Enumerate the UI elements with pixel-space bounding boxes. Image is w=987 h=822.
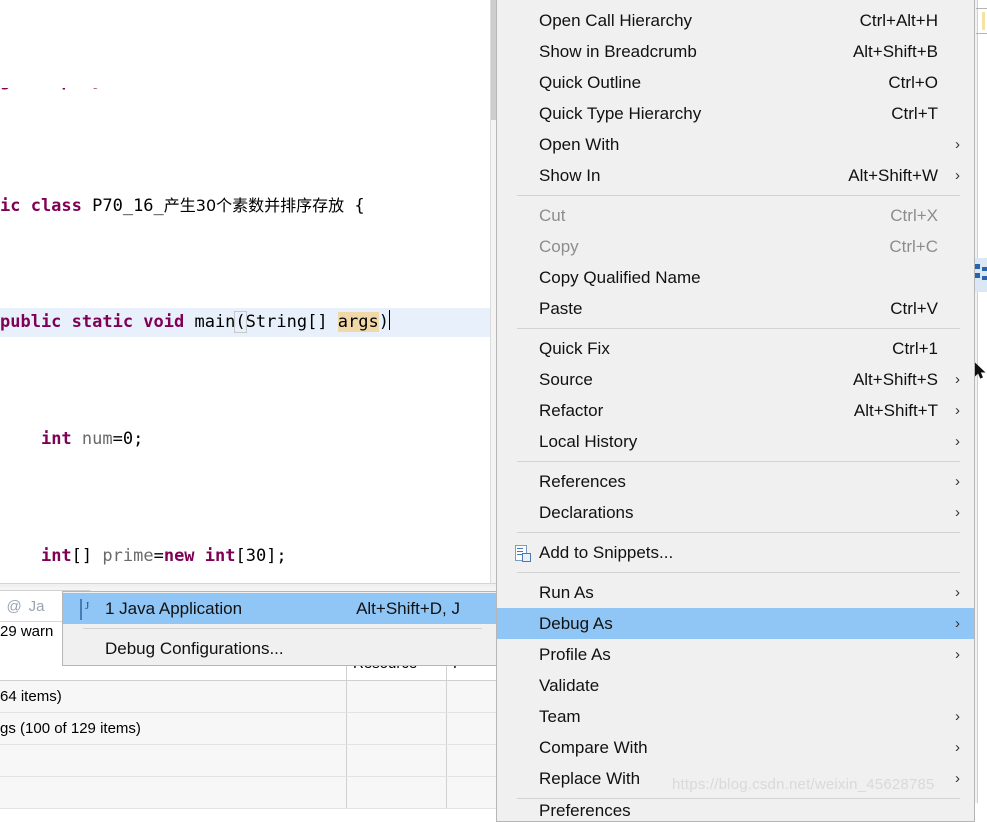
editor-context-menu[interactable]: Open Type HierarchyF4 Open Call Hierarch… <box>496 0 975 822</box>
submenu-item-java-application[interactable]: J 1 Java Application Alt+Shift+D, J <box>63 593 496 624</box>
menu-item-copy: Copy Ctrl+C <box>539 236 938 256</box>
menu-separator <box>517 798 960 799</box>
menu-separator <box>83 628 482 629</box>
row-resource <box>347 681 447 712</box>
row-path <box>447 745 496 776</box>
snippet-icon <box>514 545 531 562</box>
code-line-num-decl: int num=0; <box>40 428 144 449</box>
problems-table: ^ Resource P 64 items) gs (100 of 129 it… <box>0 647 496 809</box>
table-row[interactable] <box>0 745 496 777</box>
menu-separator <box>517 572 960 573</box>
menu-item-open-call-hierarchy[interactable]: Open Call Hierarchy Ctrl+Alt+H <box>497 5 974 36</box>
debug-as-submenu[interactable]: J 1 Java Application Alt+Shift+D, J Debu… <box>62 591 497 666</box>
mouse-cursor-icon <box>974 362 987 380</box>
outline-tree-icon[interactable] <box>975 258 987 292</box>
chevron-right-icon: › <box>955 167 960 184</box>
menu-item-replace-with[interactable]: Replace With › <box>497 763 974 794</box>
menu-item-profile-as[interactable]: Profile As › <box>497 639 974 670</box>
row-path <box>447 713 496 744</box>
problems-summary: 29 warn <box>0 623 54 640</box>
menu-item-quick-fix[interactable]: Quick Fix Ctrl+1 <box>497 333 974 364</box>
row-description: gs (100 of 129 items) <box>0 713 347 744</box>
chevron-right-icon: › <box>955 708 960 725</box>
code-line-partial: g sp } <box>0 88 496 102</box>
row-path <box>447 777 496 808</box>
menu-item-show-in[interactable]: Show In Alt+Shift+W › <box>497 160 974 191</box>
menu-separator <box>517 461 960 462</box>
right-panel-divider-top <box>976 8 987 9</box>
chevron-right-icon: › <box>955 739 960 756</box>
menu-item-run-as[interactable]: Run As › <box>497 577 974 608</box>
menu-item-paste[interactable]: Paste Ctrl+V <box>497 293 974 324</box>
menu-item-team[interactable]: Team › <box>497 701 974 732</box>
menu-item-compare-with[interactable]: Compare With › <box>497 732 974 763</box>
chevron-right-icon: › <box>955 136 960 153</box>
table-row[interactable] <box>0 777 496 809</box>
menu-item-declarations[interactable]: Declarations › <box>497 497 974 528</box>
chevron-right-icon: › <box>955 770 960 787</box>
java-source-editor[interactable]: g sp } ic class P70_16_产生30个素数并排序存放 { pu… <box>0 0 496 583</box>
code-line-main-method: public static void main(String[] args) <box>0 308 496 338</box>
code-line-class-decl: ic class P70_16_产生30个素数并排序存放 { <box>0 196 365 217</box>
chevron-right-icon: › <box>955 615 960 632</box>
menu-separator <box>517 532 960 533</box>
menu-item-show-in-breadcrumb[interactable]: Show in Breadcrumb Alt+Shift+B <box>497 36 974 67</box>
menu-item-validate[interactable]: Validate <box>497 670 974 701</box>
menu-item-quick-type-hierarchy[interactable]: Quick Type Hierarchy Ctrl+T <box>497 98 974 129</box>
row-description <box>0 777 347 808</box>
chevron-right-icon: › <box>955 584 960 601</box>
menu-separator <box>517 328 960 329</box>
menu-separator <box>517 195 960 196</box>
chevron-right-icon: › <box>955 371 960 388</box>
at-symbol: @ <box>6 597 22 615</box>
row-description <box>0 745 347 776</box>
menu-item-copy-qualified-name[interactable]: Copy Qualified Name <box>497 262 974 293</box>
menu-item-preferences[interactable]: Preferences <box>497 803 974 819</box>
chevron-right-icon: › <box>955 473 960 490</box>
right-panel-divider-bottom <box>976 33 987 34</box>
table-row[interactable]: 64 items) <box>0 681 496 713</box>
java-app-icon: J <box>80 599 96 620</box>
outline-marker <box>982 12 985 30</box>
menu-item-local-history[interactable]: Local History › <box>497 426 974 457</box>
menu-item-quick-outline[interactable]: Quick Outline Ctrl+O <box>497 67 974 98</box>
menu-item-add-to-snippets[interactable]: Add to Snippets... <box>497 537 974 568</box>
chevron-right-icon: › <box>955 504 960 521</box>
row-description: 64 items) <box>0 681 347 712</box>
row-resource <box>347 713 447 744</box>
chevron-right-icon: › <box>955 402 960 419</box>
chevron-right-icon: › <box>955 646 960 663</box>
menu-item-refactor[interactable]: Refactor Alt+Shift+T › <box>497 395 974 426</box>
view-tab-label: Ja <box>28 597 45 615</box>
submenu-item-debug-configurations[interactable]: Debug Configurations... <box>63 633 496 664</box>
code-line-prime-decl: int[] prime=new int[30]; <box>40 545 287 566</box>
chevron-right-icon: › <box>955 433 960 450</box>
row-resource <box>347 745 447 776</box>
menu-item-debug-as[interactable]: Debug As › <box>497 608 974 639</box>
row-path <box>447 681 496 712</box>
menu-item-open-with[interactable]: Open With › <box>497 129 974 160</box>
menu-item-references[interactable]: References › <box>497 466 974 497</box>
menu-item-cut: Cut Ctrl+X <box>539 205 938 225</box>
menu-item-source[interactable]: Source Alt+Shift+S › <box>497 364 974 395</box>
row-resource <box>347 777 447 808</box>
table-row[interactable]: gs (100 of 129 items) <box>0 713 496 745</box>
